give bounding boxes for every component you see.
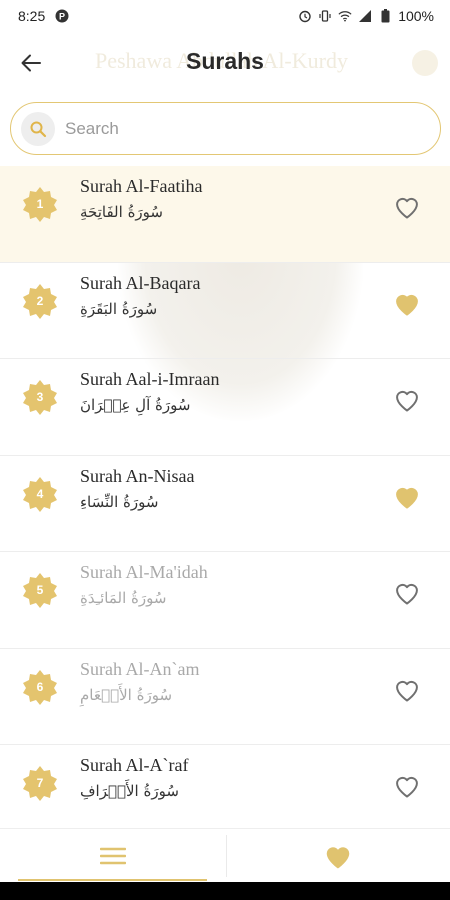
surah-name-english: Surah Al-Faatiha <box>80 176 203 196</box>
favorite-button[interactable] <box>392 578 422 608</box>
favorite-button[interactable] <box>392 675 422 705</box>
nav-surah-list[interactable] <box>0 829 225 883</box>
favorite-button[interactable] <box>392 289 422 319</box>
vibrate-icon <box>318 9 332 23</box>
alarm-icon <box>298 9 312 23</box>
surah-name-english: Surah Al-Ma'idah <box>80 562 208 582</box>
surah-number-badge: 1 <box>22 186 58 222</box>
surah-name-arabic: سُورَةُ الفَاتِحَةِ <box>80 203 163 221</box>
status-time: 8:25 <box>18 8 46 24</box>
status-bar: 8:25 P 100% <box>0 0 450 32</box>
surah-number: 2 <box>36 293 44 308</box>
page-title: Surahs <box>186 48 264 74</box>
favorite-button[interactable] <box>392 192 422 222</box>
favorite-button[interactable] <box>392 771 422 801</box>
nav-favorites[interactable] <box>225 829 450 883</box>
surah-name-english: Surah Aal-i-Imraan <box>80 369 220 389</box>
surah-name-english: Surah An-Nisaa <box>80 465 195 486</box>
surah-number-badge: 6 <box>22 669 58 705</box>
menu-icon <box>99 847 126 865</box>
heart-outline-icon <box>396 776 418 798</box>
surah-row[interactable]: 7 Surah Al-A`raf سُورَةُ الأَعۡرَافِ <box>0 745 450 828</box>
surah-number-badge: 3 <box>22 379 58 415</box>
bottom-nav <box>0 828 450 882</box>
app-bar: Peshawa Abdullah Al-Kurdy Surahs <box>0 32 450 92</box>
surah-name-arabic: سُورَةُ البَقَرَةِ <box>80 299 158 318</box>
surah-name-arabic: سُورَةُ المَائـِدَةِ <box>80 589 167 607</box>
surah-number: 7 <box>36 776 44 790</box>
heart-icon <box>326 847 349 869</box>
surah-row[interactable]: 5 Surah Al-Ma'idah سُورَةُ المَائـِدَةِ <box>0 552 450 649</box>
surah-number: 6 <box>36 679 44 694</box>
svg-text:P: P <box>59 12 65 22</box>
signal-icon <box>358 9 372 23</box>
surah-number-badge: 2 <box>22 283 58 319</box>
favorite-button[interactable] <box>392 482 422 512</box>
heart-outline-icon <box>396 583 418 605</box>
surah-number: 5 <box>36 583 44 597</box>
surah-number-badge: 7 <box>22 765 58 801</box>
surah-number: 1 <box>36 197 44 211</box>
surah-number-badge: 5 <box>22 572 58 608</box>
favorite-button[interactable] <box>392 385 422 415</box>
battery-percent: 100% <box>398 8 434 24</box>
surah-row[interactable]: 4 Surah An-Nisaa سُورَةُ النِّسَاءِ <box>0 456 450 552</box>
surah-row[interactable]: 1 Surah Al-Faatiha سُورَةُ الفَاتِحَةِ <box>0 166 450 263</box>
heart-outline-icon <box>396 680 418 701</box>
surah-number: 3 <box>36 390 44 404</box>
heart-filled-icon <box>396 487 418 508</box>
surah-name-arabic: سُورَةُ النِّسَاءِ <box>80 492 159 511</box>
surah-row[interactable]: 6 Surah Al-An`am سُورَةُ الأَنۡعَامِ <box>0 649 450 745</box>
surah-name-english: Surah Al-An`am <box>80 658 200 679</box>
surah-row[interactable]: 2 Surah Al-Baqara سُورَةُ البَقَرَةِ <box>0 263 450 359</box>
app-notification-icon: P <box>55 9 69 23</box>
search-icon[interactable] <box>21 111 55 146</box>
wifi-icon <box>338 9 352 23</box>
battery-icon <box>378 9 392 23</box>
search-input[interactable] <box>65 118 405 139</box>
system-navigation-bar <box>0 882 450 900</box>
surah-list[interactable]: 1 Surah Al-Faatiha سُورَةُ الفَاتِحَةِ 2 Sur… <box>0 166 450 828</box>
surah-number-badge: 4 <box>22 476 58 512</box>
surah-name-english: Surah Al-Baqara <box>80 272 201 293</box>
search-bar[interactable] <box>10 102 441 155</box>
surah-name-arabic: سُورَةُ آلِ عِمۡرَانَ <box>80 396 191 414</box>
heart-filled-icon <box>396 294 418 315</box>
surah-name-arabic: سُورَةُ الأَعۡرَافِ <box>80 782 179 800</box>
surah-name-english: Surah Al-A`raf <box>80 755 189 775</box>
surah-number: 4 <box>36 486 44 501</box>
heart-outline-icon <box>396 197 418 219</box>
surah-name-arabic: سُورَةُ الأَنۡعَامِ <box>80 685 173 704</box>
heart-outline-icon <box>396 390 418 412</box>
surah-row[interactable]: 3 Surah Aal-i-Imraan سُورَةُ آلِ عِمۡرَانَ <box>0 359 450 456</box>
